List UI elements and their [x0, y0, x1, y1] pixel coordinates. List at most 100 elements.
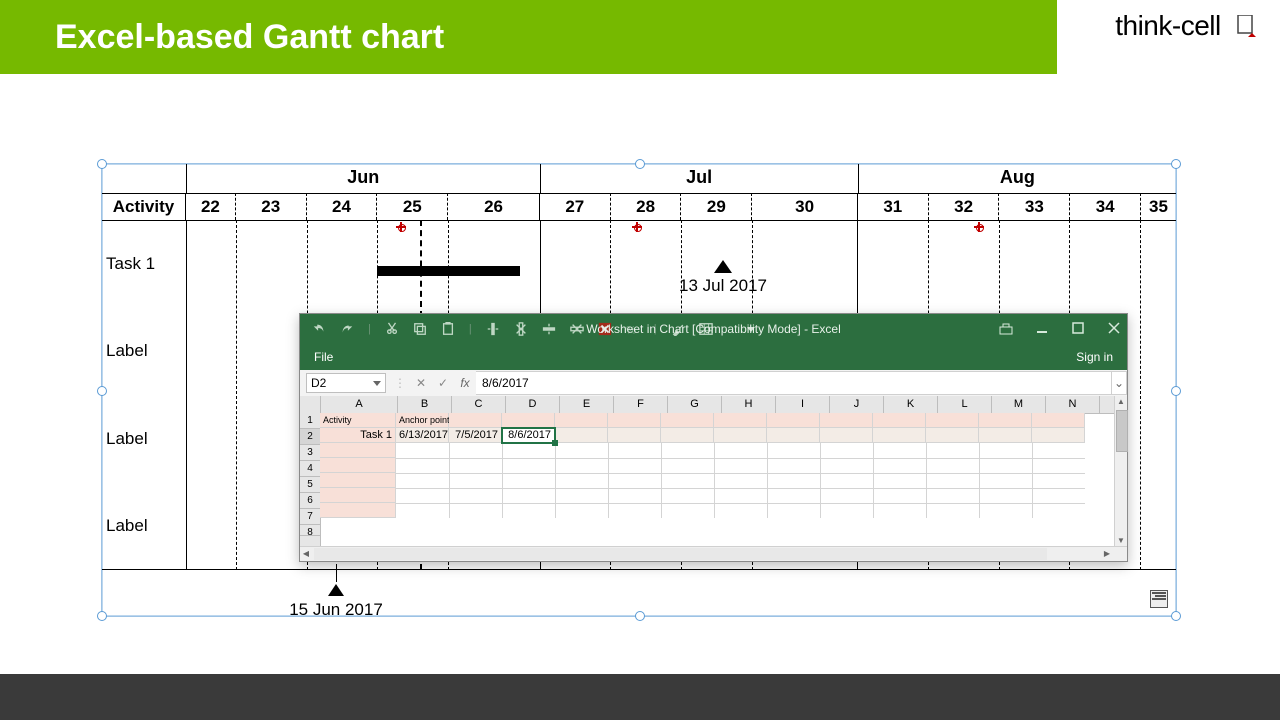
cell-D1[interactable] [502, 413, 555, 428]
cell-K2[interactable] [873, 428, 926, 443]
vertical-scrollbar[interactable]: ▲ ▼ [1114, 396, 1127, 547]
cell-I2[interactable] [767, 428, 820, 443]
excel-titlebar[interactable]: | | % | Worksheet in Chart [Compatibilit… [300, 314, 1127, 344]
anchor-pin-icon[interactable] [396, 222, 406, 232]
cell-M2[interactable] [979, 428, 1032, 443]
cell-H1[interactable] [714, 413, 767, 428]
cancel-formula-icon[interactable]: ✕ [410, 376, 432, 390]
col-header[interactable]: E [560, 396, 614, 413]
col-header[interactable]: N [1046, 396, 1100, 413]
anchor-pin-icon[interactable] [974, 222, 984, 232]
name-box[interactable]: D2 [306, 373, 386, 393]
row-header[interactable]: 8 [300, 525, 320, 536]
scroll-left-icon[interactable]: ◀ [300, 547, 312, 561]
cell-F1[interactable] [608, 413, 661, 428]
fx-icon[interactable]: fx [454, 376, 476, 390]
cell-K1[interactable] [873, 413, 926, 428]
insert-row-icon[interactable] [542, 322, 556, 336]
formula-input[interactable]: 8/6/2017 [476, 371, 1112, 395]
row-header[interactable]: 5 [300, 477, 320, 493]
col-header[interactable]: F [614, 396, 668, 413]
col-header[interactable]: B [398, 396, 452, 413]
cell-J2[interactable] [820, 428, 873, 443]
copy-icon[interactable] [413, 322, 427, 336]
minimize-icon[interactable] [1035, 322, 1049, 337]
empty-cells-region[interactable] [396, 443, 1085, 518]
row-header[interactable]: 3 [300, 445, 320, 461]
excel-grid[interactable]: A B C D E F G H I J K L M N 1 2 3 4 5 6 … [300, 396, 1127, 547]
fill-handle-icon[interactable] [552, 440, 558, 446]
col-header[interactable]: H [722, 396, 776, 413]
cell-M1[interactable] [979, 413, 1032, 428]
cell-B1[interactable]: Anchor points below chart ← [396, 413, 449, 428]
row-header[interactable]: 6 [300, 493, 320, 509]
cell-L1[interactable] [926, 413, 979, 428]
insert-column-icon[interactable] [486, 322, 500, 336]
col-header[interactable]: A [321, 396, 398, 413]
cell-D2[interactable]: 8/6/2017 [502, 428, 555, 443]
col-header[interactable]: L [938, 396, 992, 413]
expand-formula-bar-icon[interactable]: ⌄ [1112, 371, 1127, 395]
signin-link[interactable]: Sign in [1076, 350, 1127, 364]
cell-A4[interactable] [320, 458, 396, 473]
cell-H2[interactable] [714, 428, 767, 443]
cell-A2[interactable]: Task 1 [320, 428, 396, 443]
row-header[interactable]: 4 [300, 461, 320, 477]
scroll-up-icon[interactable]: ▲ [1115, 396, 1127, 408]
ribbon-options-icon[interactable] [999, 321, 1013, 338]
cell-F2[interactable] [608, 428, 661, 443]
horizontal-scrollbar[interactable]: ◀ ▶ [300, 546, 1127, 561]
delete-column-icon[interactable] [514, 322, 528, 336]
cell-L2[interactable] [926, 428, 979, 443]
file-menu[interactable]: File [314, 350, 333, 364]
milestone-marker-icon[interactable] [714, 260, 732, 273]
cell-E2[interactable] [555, 428, 608, 443]
scroll-right-icon[interactable]: ▶ [1101, 547, 1113, 561]
col-header[interactable]: I [776, 396, 830, 413]
redo-icon[interactable] [340, 322, 354, 336]
row-label[interactable]: Label [102, 395, 186, 483]
cell-A7[interactable] [320, 503, 396, 518]
cell-A6[interactable] [320, 488, 396, 503]
delete-row-icon[interactable] [570, 322, 584, 336]
cell-A3[interactable] [320, 443, 396, 458]
row-header[interactable]: 7 [300, 509, 320, 525]
row-label[interactable]: Task 1 [102, 220, 186, 308]
separator-grip-icon[interactable]: ⋮ [390, 376, 410, 390]
cut-icon[interactable] [385, 322, 399, 336]
cell-N1[interactable] [1032, 413, 1085, 428]
cell-C2[interactable]: 7/5/2017 [449, 428, 502, 443]
gantt-options-icon[interactable] [1150, 590, 1168, 608]
cell-B2[interactable]: 6/13/2017 [396, 428, 449, 443]
col-header[interactable]: M [992, 396, 1046, 413]
cell-G2[interactable] [661, 428, 714, 443]
maximize-icon[interactable] [1071, 322, 1085, 337]
cell-E1[interactable] [555, 413, 608, 428]
scroll-track[interactable] [314, 548, 1047, 560]
timeline-marker-icon[interactable] [328, 584, 344, 596]
col-header[interactable]: K [884, 396, 938, 413]
cell-N2[interactable] [1032, 428, 1085, 443]
chevron-down-icon[interactable] [373, 381, 381, 386]
col-header[interactable]: G [668, 396, 722, 413]
col-header[interactable]: D [506, 396, 560, 413]
undo-icon[interactable] [312, 322, 326, 336]
cell-G1[interactable] [661, 413, 714, 428]
select-all-corner[interactable] [300, 396, 321, 413]
cell-J1[interactable] [820, 413, 873, 428]
anchor-pin-icon[interactable] [632, 222, 642, 232]
row-header[interactable]: 1 [300, 413, 320, 429]
col-header[interactable]: J [830, 396, 884, 413]
cell-C1[interactable] [449, 413, 502, 428]
accept-formula-icon[interactable]: ✓ [432, 376, 454, 390]
row-header[interactable]: 2 [300, 429, 320, 445]
col-header[interactable]: C [452, 396, 506, 413]
scroll-thumb[interactable] [1116, 410, 1128, 452]
row-label[interactable]: Label [102, 483, 186, 571]
cells-area[interactable]: Activity Anchor points below chart ← Tas… [320, 413, 1115, 547]
cell-A5[interactable] [320, 473, 396, 488]
cell-I1[interactable] [767, 413, 820, 428]
close-icon[interactable] [1107, 322, 1121, 337]
gantt-bar-task[interactable] [377, 266, 520, 276]
paste-icon[interactable] [441, 322, 455, 336]
